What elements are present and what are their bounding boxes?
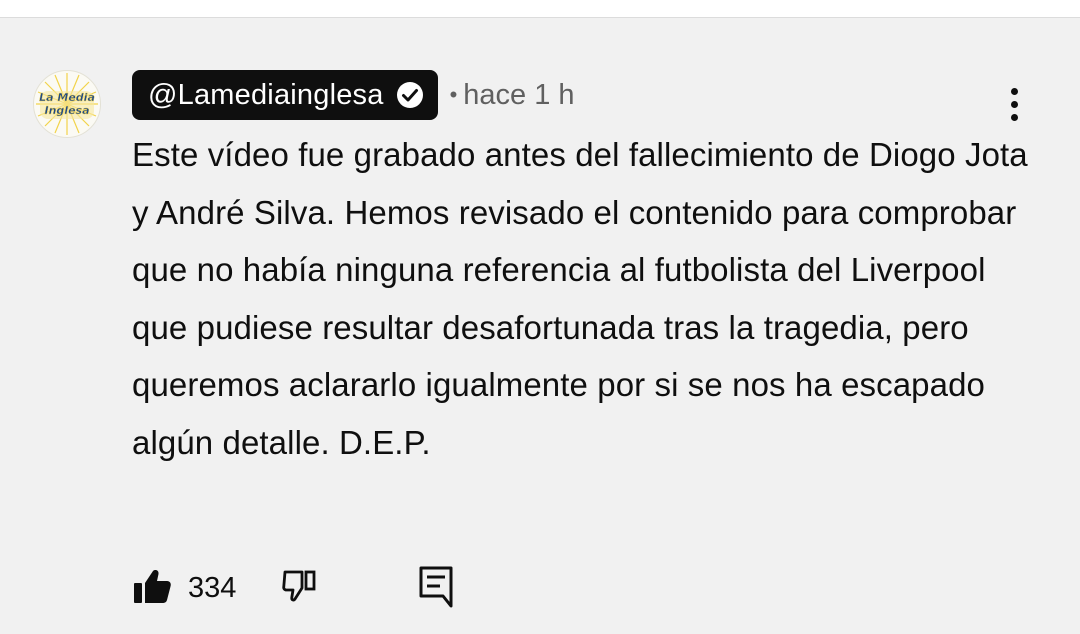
comment-card: La Media Inglesa @Lamediainglesa • hace … (0, 17, 1080, 634)
thumbs-down-outline-icon[interactable] (280, 566, 320, 611)
action-bar: 334 (132, 563, 456, 613)
comment-reply-icon[interactable] (416, 564, 456, 613)
reply-button[interactable] (416, 564, 456, 613)
comment-text: Este vídeo fue grabado antes del falleci… (132, 136, 1028, 461)
logo-text-top: La Media (39, 91, 95, 104)
top-strip (0, 0, 1080, 17)
logo-text-bottom: Inglesa (45, 104, 90, 117)
thumbs-up-filled-icon[interactable] (132, 566, 172, 611)
like-button[interactable]: 334 (132, 566, 236, 611)
author-name[interactable]: @Lamediainglesa (148, 79, 384, 112)
dislike-button[interactable] (280, 566, 320, 611)
author-chip[interactable]: @Lamediainglesa (132, 70, 438, 120)
like-count: 334 (188, 571, 237, 604)
comment-header: @Lamediainglesa • hace 1 h (132, 70, 575, 120)
channel-logo-icon: La Media Inglesa (36, 73, 98, 135)
check-circle-icon (396, 81, 424, 109)
separator-dot: • (449, 82, 458, 107)
avatar[interactable]: La Media Inglesa (33, 70, 101, 138)
comment-meta: • hace 1 h (450, 79, 575, 112)
more-vert-icon[interactable] (992, 80, 1036, 128)
timestamp[interactable]: hace 1 h (463, 79, 574, 112)
